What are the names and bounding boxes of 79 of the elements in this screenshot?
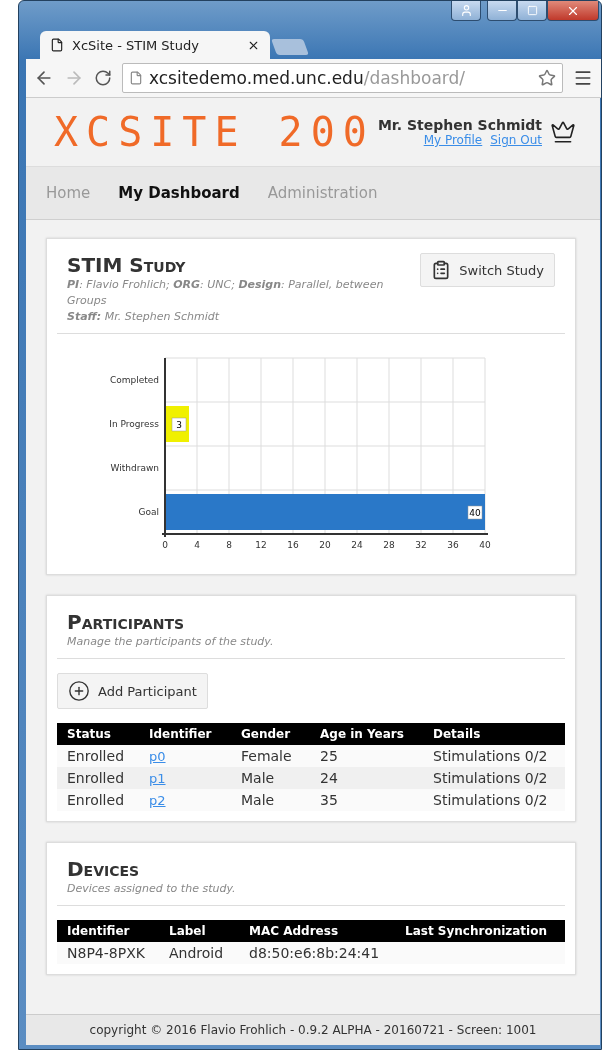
clipboard-icon bbox=[431, 260, 452, 280]
bookmark-star-icon[interactable] bbox=[538, 69, 556, 87]
tick-label: 8 bbox=[226, 540, 232, 550]
table-cell: Stimulations 0/2 bbox=[423, 789, 565, 811]
table-cell: 25 bbox=[310, 745, 423, 767]
card-title: Participants bbox=[67, 610, 186, 634]
menu-icon[interactable] bbox=[573, 68, 593, 88]
tab-title: XcSite - STIM Study bbox=[72, 37, 200, 53]
add-participant-button[interactable]: Add Participant bbox=[57, 673, 208, 709]
plus-icon bbox=[68, 680, 90, 702]
participant-link[interactable]: p1 bbox=[149, 771, 166, 786]
footer-text: copyright © 2016 Flavio Frohlich - 0.9.2 ALPHA - 20160721 - Screen: 1001 bbox=[26, 1014, 600, 1045]
nav-item[interactable]: Home bbox=[46, 184, 91, 202]
table-cell: N8P4-8PXK bbox=[57, 942, 159, 964]
reload-icon[interactable] bbox=[94, 69, 112, 87]
participant-link[interactable]: p0 bbox=[149, 749, 166, 764]
logo: XCSITE 200 bbox=[54, 109, 376, 155]
table-cell: Enrolled bbox=[57, 745, 139, 767]
axis-label: Goal bbox=[138, 507, 159, 517]
card-subtitle: Manage the participants of the study. bbox=[67, 634, 274, 650]
table-cell: d8:50:e6:8b:24:41 bbox=[239, 942, 395, 964]
tick-label: 24 bbox=[351, 540, 363, 550]
table-cell: Stimulations 0/2 bbox=[423, 767, 565, 789]
tick-label: 40 bbox=[479, 540, 491, 550]
axis-label: Completed bbox=[109, 375, 159, 385]
tick-label: 36 bbox=[447, 540, 459, 550]
nav-item[interactable]: Administration bbox=[267, 184, 378, 202]
page-icon bbox=[129, 71, 143, 85]
tick-label: 28 bbox=[383, 540, 395, 550]
column-header: MAC Address bbox=[239, 920, 395, 942]
maximize-button[interactable] bbox=[517, 1, 547, 21]
study-info: PI: Flavio Frohlich; ORG: UNC; Design: Parallel, between Groups bbox=[67, 277, 385, 309]
table-cell: Enrolled bbox=[57, 789, 139, 811]
column-header: Last Synchronization bbox=[395, 920, 565, 942]
participant-link[interactable]: p2 bbox=[149, 793, 166, 808]
user-link[interactable]: My Profile bbox=[423, 133, 483, 147]
column-header: Identifier bbox=[139, 723, 231, 745]
data-label: 3 bbox=[176, 420, 182, 430]
data-label: 40 bbox=[467, 505, 483, 520]
column-header: Age in Years bbox=[310, 723, 423, 745]
table-cell: Enrolled bbox=[57, 767, 139, 789]
column-header: Status bbox=[57, 723, 139, 745]
table-cell: Android bbox=[159, 942, 239, 964]
table-cell: 24 bbox=[310, 767, 423, 789]
study-info: Staff: Mr. Stephen Schmidt bbox=[67, 309, 221, 325]
data-label: 3 bbox=[171, 417, 187, 432]
table-cell: Stimulations 0/2 bbox=[423, 745, 565, 767]
axis-label: Withdrawn bbox=[110, 463, 159, 473]
switch-study-button[interactable]: Switch Study bbox=[420, 253, 555, 287]
tick-label: 16 bbox=[287, 540, 299, 550]
minimize-button[interactable] bbox=[487, 1, 517, 21]
user-link[interactable]: Sign Out bbox=[490, 133, 542, 147]
tick-label: 32 bbox=[415, 540, 427, 550]
tick-label: 0 bbox=[162, 540, 168, 550]
table-cell: Female bbox=[231, 745, 310, 767]
close-window-button[interactable] bbox=[547, 1, 599, 21]
address-bar[interactable]: xcsitedemo.med.unc.edu/dashboard/ bbox=[122, 63, 563, 93]
tick-label: 4 bbox=[194, 540, 200, 550]
table-cell: Male bbox=[231, 767, 310, 789]
browser-tab[interactable]: XcSite - STIM Study bbox=[40, 31, 270, 59]
column-header: Identifier bbox=[57, 920, 159, 942]
tick-label: 20 bbox=[319, 540, 331, 550]
page-icon bbox=[50, 38, 64, 52]
maximize-icon bbox=[526, 5, 538, 16]
column-header: Gender bbox=[231, 723, 310, 745]
card-title: STIM Study bbox=[67, 253, 187, 277]
table-cell: Male bbox=[231, 789, 310, 811]
table-cell: 35 bbox=[310, 789, 423, 811]
user-name: Mr. Stephen Schmidt bbox=[377, 117, 542, 133]
axis-label: In Progress bbox=[109, 419, 159, 429]
tick-label: 12 bbox=[255, 540, 267, 550]
crown-icon bbox=[550, 119, 576, 145]
nav-item[interactable]: My Dashboard bbox=[118, 184, 240, 202]
person-icon bbox=[459, 4, 473, 17]
profile-button[interactable] bbox=[451, 1, 481, 21]
column-header: Details bbox=[423, 723, 565, 745]
card-title: Devices bbox=[67, 857, 141, 881]
card-subtitle: Devices assigned to the study. bbox=[67, 881, 236, 897]
column-header: Label bbox=[159, 920, 239, 942]
